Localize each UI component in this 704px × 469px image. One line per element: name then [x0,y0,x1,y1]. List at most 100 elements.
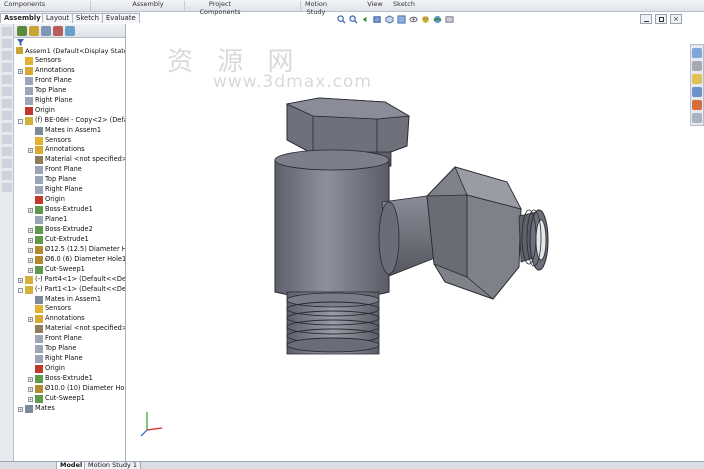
view-palette-icon[interactable] [692,87,702,97]
ribbon-group-sketch[interactable]: Sketch [392,0,416,11]
tree-row[interactable]: + Ø6.0 (6) Diameter Hole1 [14,255,125,265]
expand-icon[interactable]: + [28,257,33,263]
tree-row[interactable]: + Boss-Extrude1 [14,205,125,215]
tree-row[interactable]: Plane1 [14,215,125,225]
tree-row[interactable]: Mates in Assem1 [14,126,125,136]
expand-icon[interactable]: + [28,208,33,214]
toolbar-button[interactable] [2,159,12,168]
tab-motion-study[interactable]: Motion Study 1 [84,462,142,469]
appearances-icon[interactable] [692,100,702,110]
tree-row[interactable]: Origin [14,106,125,116]
expand-icon[interactable]: + [18,277,23,283]
configuration-manager-tab-icon[interactable] [41,25,51,36]
expand-icon[interactable]: + [28,386,33,392]
view-settings-icon[interactable] [444,14,454,24]
ribbon-group-motion-study[interactable]: Motion Study [302,0,330,16]
toolbar-button[interactable] [2,135,12,144]
tree-filter[interactable] [14,38,125,46]
tree-row[interactable]: Origin [14,364,125,374]
feature-manager-tab-icon[interactable] [17,25,27,36]
ribbon-group-components[interactable]: Components [4,0,45,11]
collapse-icon[interactable]: - [18,287,23,293]
toolbar-button[interactable] [2,27,12,36]
expand-icon[interactable]: + [28,396,33,402]
tree-row[interactable]: Right Plane [14,185,125,195]
restore-icon[interactable] [655,14,667,24]
tree-row[interactable]: + Cut-Sweep1 [14,394,125,404]
tree-row[interactable]: Top Plane [14,175,125,185]
toolbar-button[interactable] [2,87,12,96]
tree-row[interactable]: Front Plane [14,334,125,344]
toolbar-button[interactable] [2,171,12,180]
tab-model[interactable]: Model [56,462,87,469]
tree-row[interactable]: Top Plane [14,86,125,96]
tree-row[interactable]: - (-) Part1<1> (Default<<Defau [14,285,125,295]
zoom-to-area-icon[interactable] [348,14,358,24]
expand-icon[interactable]: + [28,377,33,382]
solidworks-resources-icon[interactable] [692,48,702,58]
tree-row[interactable]: + Boss-Extrude2 [14,225,125,235]
zoom-to-fit-icon[interactable] [336,14,346,24]
tree-row[interactable]: Top Plane [14,344,125,354]
file-explorer-icon[interactable] [692,74,702,84]
toolbar-button[interactable] [2,147,12,156]
tree-row[interactable]: + Ø10.0 (10) Diameter Hole1 [14,384,125,394]
tree-row[interactable]: Front Plane [14,165,125,175]
tree-row[interactable]: + Cut-Sweep1 [14,265,125,275]
tab-layout[interactable]: Layout [42,13,74,23]
filter-icon[interactable] [17,38,24,46]
display-style-icon[interactable] [396,14,406,24]
toolbar-button[interactable] [2,123,12,132]
toolbar-button[interactable] [2,183,12,192]
collapse-icon[interactable]: - [18,118,23,124]
toolbar-button[interactable] [2,63,12,72]
tree-row[interactable]: + Boss-Extrude1 [14,374,125,384]
tree-row[interactable]: Sensors [14,56,125,66]
hide-show-items-icon[interactable] [408,14,418,24]
tree-row[interactable]: - (f) BE-06H - Copy<2> (Default [14,116,125,126]
minimize-icon[interactable] [640,14,652,24]
expand-icon[interactable]: + [28,317,33,323]
tree-row[interactable]: Front Plane [14,76,125,86]
expand-icon[interactable]: + [28,237,33,243]
previous-view-icon[interactable] [360,14,370,24]
tree-row[interactable]: + Annotations [14,314,125,324]
tree-row[interactable]: + Cut-Extrude1 [14,235,125,245]
expand-icon[interactable]: + [18,68,23,74]
dimxpert-manager-tab-icon[interactable] [53,25,63,36]
toolbar-button[interactable] [2,51,12,60]
tab-evaluate[interactable]: Evaluate [102,13,140,23]
expand-icon[interactable]: + [18,406,23,412]
tree-row[interactable]: + Mates [14,404,125,414]
property-manager-tab-icon[interactable] [29,25,39,36]
display-manager-tab-icon[interactable] [65,25,75,36]
tree-row[interactable]: Material <not specified> [14,155,125,165]
toolbar-button[interactable] [2,39,12,48]
graphics-area[interactable]: 资 源 网 www.3dmax.com [127,24,690,461]
view-orientation-icon[interactable] [384,14,394,24]
custom-properties-icon[interactable] [692,113,702,123]
tree-row[interactable]: + Ø12.5 (12.5) Diameter Hole1 [14,245,125,255]
tree-row[interactable]: Material <not specified> [14,324,125,334]
toolbar-button[interactable] [2,99,12,108]
ribbon-group-view[interactable]: View [364,0,386,11]
section-view-icon[interactable] [372,14,382,24]
expand-icon[interactable]: + [28,227,33,233]
tab-sketch[interactable]: Sketch [72,13,103,23]
tree-row[interactable]: Right Plane [14,354,125,364]
expand-icon[interactable]: + [28,148,33,154]
edit-appearance-icon[interactable] [420,14,430,24]
toolbar-button[interactable] [2,111,12,120]
tree-row[interactable]: + Annotations [14,145,125,155]
tree-root-assembly[interactable]: Assem1 (Default<Display State-1>) [14,46,125,56]
ribbon-group-assembly[interactable]: Assembly [128,0,168,11]
design-library-icon[interactable] [692,61,702,71]
apply-scene-icon[interactable] [432,14,442,24]
tree-row[interactable]: Sensors [14,304,125,314]
expand-icon[interactable]: + [28,267,33,273]
expand-icon[interactable]: + [28,247,33,253]
tree-row[interactable]: Right Plane [14,96,125,106]
tree-row[interactable]: + Annotations [14,66,125,76]
ribbon-group-project-components[interactable]: Project Components [192,0,248,16]
tab-assembly[interactable]: Assembly [0,13,45,23]
